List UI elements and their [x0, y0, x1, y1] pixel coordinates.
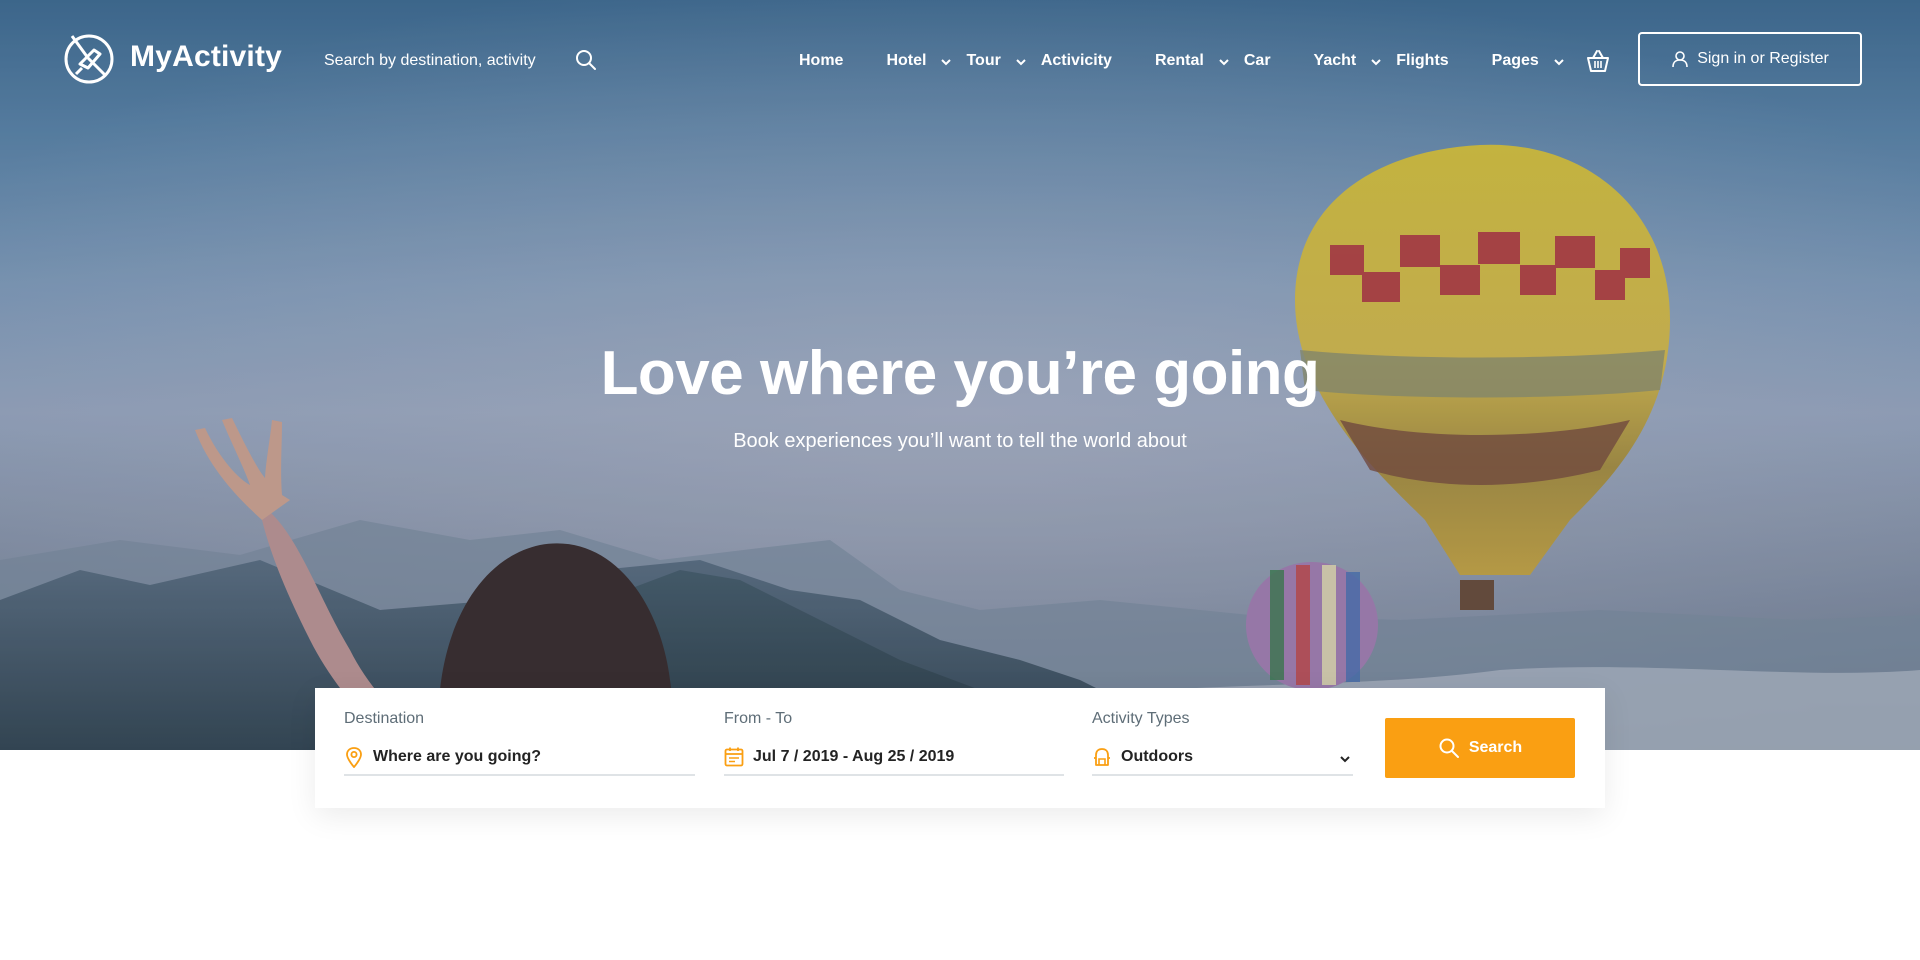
search-form: Destination Where are you going? From - … — [315, 688, 1605, 808]
date-range-field: From - To Jul 7 / 2019 - Aug 25 / 2019 — [724, 710, 1064, 776]
chevron-down-icon — [1554, 59, 1564, 66]
nav-label: Activicity — [1040, 52, 1112, 69]
search-button[interactable]: Search — [1385, 718, 1575, 778]
header-search-input[interactable] — [324, 52, 564, 70]
nav-item-flights[interactable]: Flights — [1396, 52, 1448, 70]
top-navigation-bar: MyActivity Home Hotel Tour Activicity — [0, 0, 1920, 120]
destination-value: Where are you going? — [373, 748, 542, 765]
search-icon — [1439, 738, 1459, 758]
nav-label: Hotel — [886, 52, 927, 69]
chevron-down-icon — [1340, 756, 1350, 763]
nav-label: Pages — [1491, 52, 1539, 69]
nav-label: Home — [799, 52, 844, 69]
chevron-down-icon — [1016, 59, 1026, 66]
activity-type-field: Activity Types Outdoors — [1092, 710, 1353, 776]
logo-icon — [64, 34, 114, 84]
nav-item-car[interactable]: Car — [1244, 52, 1271, 70]
hero-subline: Book experiences you’ll want to tell the… — [733, 430, 1187, 452]
backpack-icon — [1094, 748, 1110, 766]
activity-type-label: Activity Types — [1092, 710, 1190, 727]
destination-label: Destination — [344, 710, 425, 727]
hero-banner: MyActivity Home Hotel Tour Activicity — [0, 0, 1920, 750]
sign-in-button[interactable]: Sign in or Register — [1638, 32, 1862, 86]
nav-item-pages[interactable]: Pages — [1492, 52, 1565, 70]
nav-item-tour[interactable]: Tour — [966, 52, 1026, 70]
nav-label: Tour — [966, 52, 1001, 69]
date-range-label: From - To — [724, 710, 793, 727]
date-range-value: Jul 7 / 2019 - Aug 25 / 2019 — [753, 748, 955, 765]
search-icon[interactable] — [574, 48, 598, 72]
destination-input[interactable]: Where are you going? — [344, 740, 695, 776]
brand-logo[interactable]: MyActivity — [60, 28, 282, 86]
calendar-icon — [724, 747, 744, 767]
nav-label: Car — [1243, 52, 1271, 69]
destination-field: Destination Where are you going? — [344, 710, 695, 776]
nav-item-rental[interactable]: Rental — [1155, 52, 1230, 70]
nav-item-home[interactable]: Home — [799, 52, 843, 70]
nav-label: Flights — [1396, 52, 1449, 69]
header-search — [324, 44, 604, 78]
nav-item-activity[interactable]: Activicity — [1041, 52, 1112, 70]
brand-name: MyActivity — [130, 40, 283, 73]
nav-item-hotel[interactable]: Hotel — [886, 52, 952, 70]
nav-label: Rental — [1154, 52, 1204, 69]
search-button-label: Search — [1468, 739, 1523, 756]
nav-label: Yacht — [1313, 52, 1357, 69]
chevron-down-icon — [941, 59, 952, 66]
nav-item-yacht[interactable]: Yacht — [1314, 52, 1383, 70]
sign-in-label: Sign in or Register — [1697, 50, 1829, 67]
chevron-down-icon — [1219, 59, 1229, 66]
date-range-input[interactable]: Jul 7 / 2019 - Aug 25 / 2019 — [724, 740, 1064, 776]
main-nav: Home Hotel Tour Activicity Rental Car Ya… — [799, 48, 1565, 74]
activity-type-select[interactable]: Outdoors — [1092, 740, 1353, 776]
chevron-down-icon — [1371, 59, 1381, 66]
hero-headline: Love where you’re going — [600, 339, 1320, 408]
basket-icon[interactable] — [1585, 48, 1611, 74]
activity-type-value: Outdoors — [1121, 748, 1193, 765]
location-pin-icon — [346, 747, 362, 768]
user-icon — [1672, 51, 1688, 68]
